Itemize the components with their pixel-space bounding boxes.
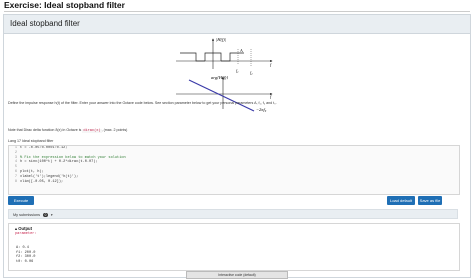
output-subtitle: parameter: xyxy=(15,232,37,236)
code-text: h = sinc(100*t) + 0.2*dirac(t-0.07); xyxy=(20,160,98,165)
output-title: ▴ Output xyxy=(15,226,32,231)
output-line: f2: 300.0 xyxy=(16,255,36,259)
instructions-text: Define the impulse response h(t) of the … xyxy=(8,101,277,105)
output-title-text: Output xyxy=(18,226,32,231)
code-text: xlim([-0.05, 0.12]); xyxy=(20,179,64,184)
save-as-file-button[interactable]: Save as file xyxy=(418,196,442,205)
interactive-code-button[interactable]: Interactive code (default) xyxy=(186,271,288,279)
title-divider xyxy=(4,11,470,12)
dirac-note-post: , (max. 2 points) xyxy=(101,128,128,132)
execute-button[interactable]: Execute xyxy=(8,196,34,205)
phase-response-line xyxy=(188,79,255,112)
mag-marker-label: A xyxy=(240,48,243,53)
phase-label: arg{H(f)} xyxy=(211,75,228,80)
submissions-label: My submissions xyxy=(13,213,41,217)
card-header: Ideal stopband filter xyxy=(4,15,470,34)
output-panel: ▴ Output parameter: A: 0.4 f1: 200.0 f2: 3… xyxy=(8,223,460,271)
mag-label: |H(f)| xyxy=(216,37,226,42)
submissions-count-badge: 0 xyxy=(43,213,48,217)
line-number: 8 xyxy=(14,179,17,184)
dirac-note: Note that Dirac delta function δ(x) in O… xyxy=(8,128,458,134)
chevron-down-icon: ▾ xyxy=(50,213,53,217)
f1-label: f₁ xyxy=(236,68,239,73)
f2-label: f₂ xyxy=(250,70,253,75)
output-lines: A: 0.4 f1: 200.0 f2: 300.0 t0: 0.06 xyxy=(16,246,35,264)
code-text: plot(t, h); xyxy=(20,169,44,174)
code-text: % Fix the expression below to match your… xyxy=(20,155,126,160)
code-text: t = -0.05:0.0001:0.12; xyxy=(20,146,68,150)
page-title: Exercise: Ideal stopband filter xyxy=(4,0,125,10)
dirac-code: dirac(x) xyxy=(82,129,102,133)
output-line: t0: 0.06 xyxy=(16,259,34,264)
phase-f-label: f xyxy=(270,94,272,99)
code-line: 8 xlim([-0.05, 0.12]); xyxy=(9,180,459,185)
dirac-note-pre: Note that Dirac delta function δ(x) in O… xyxy=(8,128,83,132)
code-text: xlabel('t');legend('h(t)'); xyxy=(20,174,79,179)
editor-label: Lang 17 Ideal stopband filter xyxy=(8,139,54,143)
load-default-button[interactable]: Load default xyxy=(387,196,415,205)
phase-slope-label: −2πf₀ xyxy=(256,107,267,112)
my-submissions-toggle[interactable]: My submissions 0 ▾ xyxy=(8,209,458,219)
mag-response-line xyxy=(180,52,244,62)
code-editor[interactable]: 1t = -0.05:0.0001:0.12; 2 3% Fix the expre… xyxy=(8,145,460,195)
mag-f-label: f xyxy=(270,62,272,67)
